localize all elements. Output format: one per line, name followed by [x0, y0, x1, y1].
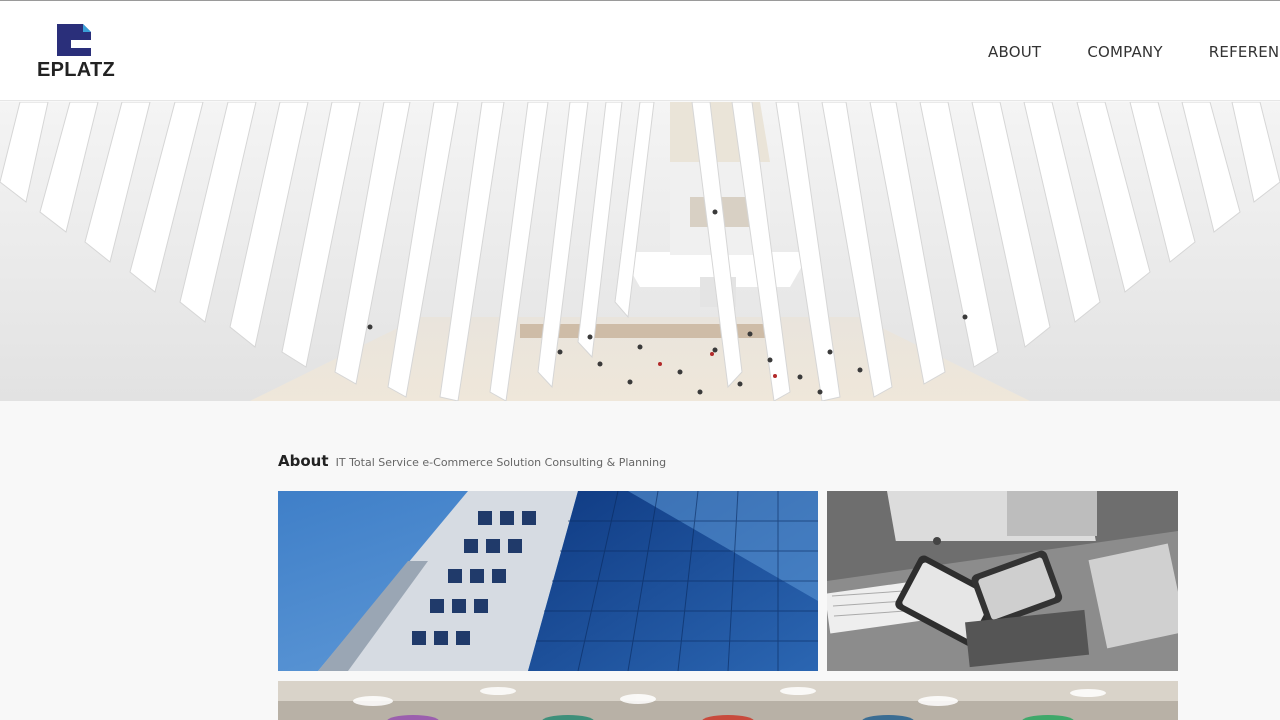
logo-mark-icon — [57, 24, 91, 56]
about-subtitle: IT Total Service e-Commerce Solution Con… — [335, 456, 667, 469]
about-photo-building — [278, 491, 818, 671]
brand-logo[interactable]: EPLATZ — [34, 22, 118, 82]
hero-image — [0, 102, 1280, 401]
nav-item-company[interactable]: COMPANY — [1087, 43, 1162, 61]
about-title: About — [278, 452, 329, 470]
nav-item-about[interactable]: ABOUT — [988, 43, 1041, 61]
about-photo-devices — [827, 491, 1178, 671]
about-heading: About IT Total Service e-Commerce Soluti… — [278, 451, 666, 470]
brand-name: EPLATZ — [36, 59, 116, 81]
hero-banner — [0, 102, 1280, 401]
nav-item-reference[interactable]: REFERENCE — [1209, 43, 1280, 61]
site-header: EPLATZ ABOUT COMPANY REFERENCE — [0, 1, 1280, 101]
about-photo-office — [278, 681, 1178, 720]
main-nav: ABOUT COMPANY REFERENCE — [988, 42, 1280, 61]
